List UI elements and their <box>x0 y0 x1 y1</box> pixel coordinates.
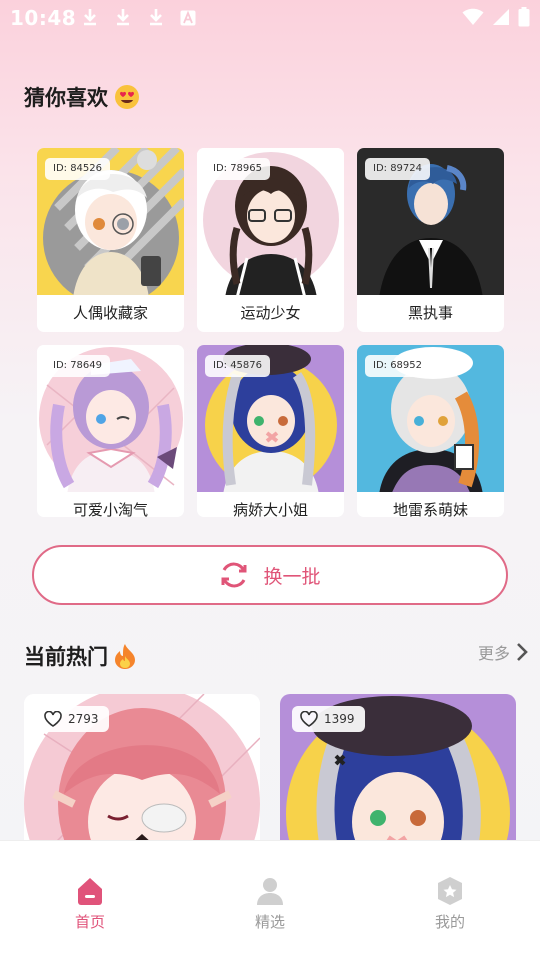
chevron-right-icon <box>517 643 528 661</box>
nav-item-featured[interactable]: 精选 <box>210 875 330 932</box>
person-icon <box>257 878 283 905</box>
hot-card[interactable]: 2793 <box>24 694 260 854</box>
nav-item-mine[interactable]: 我的 <box>390 875 510 932</box>
heart-icon <box>300 711 318 727</box>
character-card[interactable]: ID: 89724 黑执事 <box>357 148 504 332</box>
refresh-icon <box>221 562 247 588</box>
more-link[interactable]: 更多 <box>478 640 528 664</box>
refresh-label: 换一批 <box>263 565 321 588</box>
character-card[interactable]: ID: 78649 可爱小淘气 <box>37 345 184 517</box>
status-bar: 10:48 <box>0 0 540 36</box>
id-badge: ID: 68952 <box>365 355 431 377</box>
more-label: 更多 <box>477 644 510 663</box>
nav-label: 我的 <box>434 913 465 931</box>
refresh-button[interactable]: 换一批 <box>32 545 508 605</box>
hot-card[interactable]: 1399 <box>280 694 516 854</box>
bottom-navigation: 首页 精选 我的 <box>0 840 540 960</box>
id-badge: ID: 89724 <box>365 158 431 180</box>
signal-icon <box>493 9 509 25</box>
character-card[interactable]: ID: 84526 人偶收藏家 <box>37 148 184 332</box>
nav-label: 首页 <box>74 913 105 931</box>
battery-icon <box>518 7 530 27</box>
heart-icon <box>44 711 62 727</box>
nav-label: 精选 <box>254 913 285 931</box>
character-card[interactable]: ID: 78965 运动少女 <box>197 148 344 332</box>
id-badge: ID: 78965 <box>205 158 271 180</box>
download-icon <box>84 9 96 26</box>
character-name: 运动少女 <box>240 304 301 322</box>
guess-title-text: 猜你喜欢 <box>24 86 108 110</box>
character-name: 人偶收藏家 <box>72 304 148 322</box>
badge-icon <box>438 877 462 905</box>
like-badge[interactable]: 1399 <box>292 706 365 732</box>
id-badge: ID: 45876 <box>205 355 271 377</box>
id-badge: ID: 84526 <box>45 158 111 180</box>
download-icon <box>117 9 129 26</box>
like-count: 2793 <box>68 712 99 726</box>
character-name: 地雷系萌妹 <box>392 501 468 517</box>
like-count: 1399 <box>324 712 355 726</box>
wifi-icon <box>462 8 484 25</box>
nav-item-home[interactable]: 首页 <box>30 875 150 932</box>
character-name: 可爱小淘气 <box>72 501 148 517</box>
like-badge[interactable]: 2793 <box>36 706 109 732</box>
fire-emoji-icon <box>115 644 135 669</box>
character-name: 病娇大小姐 <box>232 501 308 517</box>
hot-title-text: 当前热门 <box>24 645 108 669</box>
font-a-icon <box>180 10 196 26</box>
id-badge: ID: 78649 <box>45 355 111 377</box>
hot-section-title: 当前热门 <box>24 641 136 671</box>
character-card[interactable]: ID: 68952 地雷系萌妹 <box>357 345 504 517</box>
character-name: 黑执事 <box>407 304 453 322</box>
heart-eyes-emoji-icon <box>115 85 139 109</box>
download-icon <box>150 9 162 26</box>
character-card[interactable]: ID: 45876 病娇大小姐 <box>197 345 344 517</box>
status-time: 10:48 <box>10 6 77 30</box>
home-icon <box>78 878 102 905</box>
guess-section-title: 猜你喜欢 <box>24 82 140 112</box>
